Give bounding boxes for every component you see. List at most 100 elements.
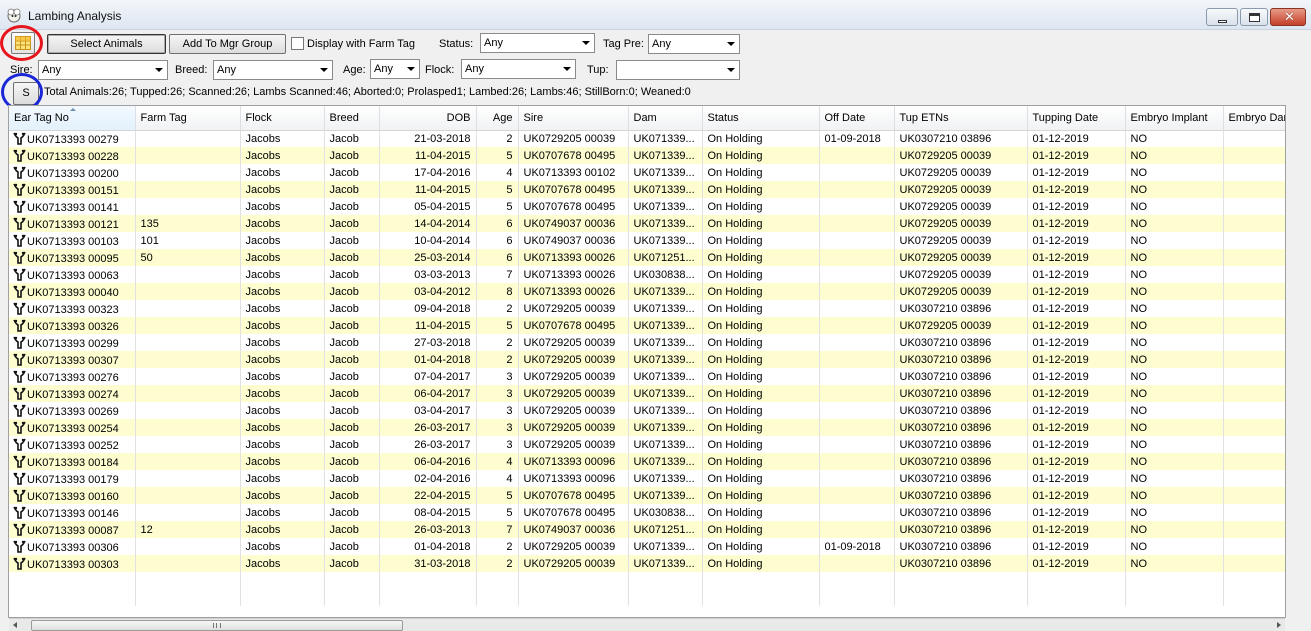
table-cell: UK0307210 03896 xyxy=(894,436,1028,453)
table-row[interactable]: UK0713393 00160 Jacobs Jacob 22-04-2015 5 UK0… xyxy=(9,487,1285,504)
select-animals-button[interactable]: Select Animals xyxy=(47,34,166,54)
table-cell: 01-12-2019 xyxy=(1027,521,1126,538)
table-cell: UK071339... xyxy=(628,164,703,181)
table-row[interactable]: UK0713393 00323 Jacobs Jacob 09-04-2018 2 UK0… xyxy=(9,300,1285,317)
table-row[interactable]: UK0713393 00303 Jacobs Jacob 31-03-2018 2 UK0… xyxy=(9,555,1285,572)
cell-text: Jacob xyxy=(329,557,359,570)
cell-text: On Holding xyxy=(707,370,763,383)
table-cell: 5 xyxy=(476,198,519,215)
table-row[interactable]: UK0713393 00087 12 Jacobs Jacob 26-03-2013 7 U… xyxy=(9,521,1285,538)
table-cell: Jacobs xyxy=(240,368,325,385)
table-cell: 01-12-2019 xyxy=(1027,181,1126,198)
cell-text: UK0729205 00039 xyxy=(899,183,992,196)
table-row[interactable]: UK0713393 00276 Jacobs Jacob 07-04-2017 3 UK0… xyxy=(9,368,1285,385)
scrollbar-thumb[interactable] xyxy=(31,620,403,631)
column-header-breed[interactable]: Breed xyxy=(324,106,380,131)
table-row[interactable]: UK0713393 00141 Jacobs Jacob 05-04-2015 5 UK0… xyxy=(9,198,1285,215)
column-header-dob[interactable]: DOB xyxy=(379,106,477,131)
table-row[interactable]: UK0713393 00274 Jacobs Jacob 06-04-2017 3 UK0… xyxy=(9,385,1285,402)
table-row[interactable]: UK0713393 00146 Jacobs Jacob 08-04-2015 5 UK0… xyxy=(9,504,1285,521)
cell-text: NO xyxy=(1130,438,1148,451)
table-cell: UK071339... xyxy=(628,385,703,402)
table-row[interactable]: UK0713393 00063 Jacobs Jacob 03-03-2013 7 UK0… xyxy=(9,266,1285,283)
cell-text: UK0713393 00146 xyxy=(27,507,119,520)
breed-select[interactable]: Any xyxy=(213,60,333,80)
table-row[interactable]: UK0713393 00306 Jacobs Jacob 01-04-2018 2 UK0… xyxy=(9,538,1285,555)
age-select[interactable]: Any xyxy=(370,59,420,79)
table-row[interactable]: UK0713393 00179 Jacobs Jacob 02-04-2016 4 UK0… xyxy=(9,470,1285,487)
column-header-dam[interactable]: Dam xyxy=(628,106,703,131)
table-cell: 6 xyxy=(476,232,519,249)
table-row[interactable]: UK0713393 00254 Jacobs Jacob 26-03-2017 3 UK0… xyxy=(9,419,1285,436)
table-cell: NO xyxy=(1125,300,1224,317)
minimize-button[interactable] xyxy=(1206,8,1238,26)
maximize-button[interactable] xyxy=(1240,8,1268,26)
cell-text: 01-12-2019 xyxy=(1032,472,1089,485)
table-cell: Jacob xyxy=(324,436,380,453)
sire-select[interactable]: Any xyxy=(38,60,168,80)
table-row[interactable]: UK0713393 00307 Jacobs Jacob 01-04-2018 2 UK0… xyxy=(9,351,1285,368)
cell-text: UK0729205 00039 xyxy=(523,132,616,145)
flock-select[interactable]: Any xyxy=(461,59,576,79)
cell-text: NO xyxy=(1130,183,1148,196)
table-row[interactable]: UK0713393 00200 Jacobs Jacob 17-04-2016 4 UK0… xyxy=(9,164,1285,181)
column-header-sire[interactable]: Sire xyxy=(518,106,629,131)
table-row[interactable]: UK0713393 00121 135 Jacobs Jacob 14-04-2014 6… xyxy=(9,215,1285,232)
table-cell xyxy=(1223,385,1285,402)
display-farm-tag-checkbox[interactable] xyxy=(291,37,304,50)
cell-text: UK0707678 00495 xyxy=(523,183,616,196)
table-cell: UK0713393 00151 xyxy=(9,181,136,198)
animals-grid[interactable]: Ear Tag No Farm Tag Flock Breed DOB Age … xyxy=(8,105,1286,618)
cell-text: UK0729205 00039 xyxy=(899,319,992,332)
table-cell: UK0713393 00323 xyxy=(9,300,136,317)
table-row[interactable]: UK0713393 00040 Jacobs Jacob 03-04-2012 8 UK0… xyxy=(9,283,1285,300)
table-cell: 3 xyxy=(476,419,519,436)
table-row[interactable]: UK0713393 00269 Jacobs Jacob 03-04-2017 3 UK0… xyxy=(9,402,1285,419)
column-header-farm-tag[interactable]: Farm Tag xyxy=(135,106,241,131)
sheep-tag-icon xyxy=(13,251,26,264)
horizontal-scrollbar[interactable] xyxy=(9,618,1285,631)
table-row[interactable]: UK0713393 00184 Jacobs Jacob 06-04-2016 4 UK0… xyxy=(9,453,1285,470)
column-header-age[interactable]: Age xyxy=(476,106,519,131)
table-row[interactable]: UK0713393 00103 101 Jacobs Jacob 10-04-2014 6… xyxy=(9,232,1285,249)
scroll-left-icon[interactable] xyxy=(13,622,17,628)
cell-text: 01-12-2019 xyxy=(1032,404,1089,417)
table-cell: UK0713393 00276 xyxy=(9,368,136,385)
table-row[interactable]: UK0713393 00326 Jacobs Jacob 11-04-2015 5 UK0… xyxy=(9,317,1285,334)
table-row[interactable]: UK0713393 00228 Jacobs Jacob 11-04-2015 5 UK0… xyxy=(9,147,1285,164)
empty-cell xyxy=(1027,589,1126,606)
tup-select[interactable] xyxy=(616,60,740,80)
table-cell xyxy=(819,555,895,572)
table-cell: Jacob xyxy=(324,232,380,249)
table-cell: UK0713393 00102 xyxy=(518,164,629,181)
table-cell: UK0729205 00039 xyxy=(518,436,629,453)
scroll-right-icon[interactable] xyxy=(1277,622,1281,628)
tag-pre-select[interactable]: Any xyxy=(648,34,740,54)
table-cell: NO xyxy=(1125,436,1224,453)
table-cell: UK030838... xyxy=(628,266,703,283)
column-header-tup-etns[interactable]: Tup ETNs xyxy=(894,106,1028,131)
cell-text: On Holding xyxy=(707,183,763,196)
table-cell: Jacob xyxy=(324,351,380,368)
add-to-mgr-group-button[interactable]: Add To Mgr Group xyxy=(169,34,286,54)
close-button[interactable]: ✕ xyxy=(1270,8,1306,26)
table-row[interactable]: UK0713393 00279 Jacobs Jacob 21-03-2018 2 UK0… xyxy=(9,130,1285,147)
column-header-flock[interactable]: Flock xyxy=(240,106,325,131)
table-cell xyxy=(819,402,895,419)
table-row[interactable]: UK0713393 00095 50 Jacobs Jacob 25-03-2014 6 U… xyxy=(9,249,1285,266)
cell-text: Jacob xyxy=(329,217,359,230)
column-header-embryo-implant[interactable]: Embryo Implant xyxy=(1125,106,1224,131)
table-row[interactable]: UK0713393 00252 Jacobs Jacob 26-03-2017 3 UK0… xyxy=(9,436,1285,453)
column-header-embryo-dar[interactable]: Embryo Dar xyxy=(1223,106,1285,131)
table-cell: 4 xyxy=(476,453,519,470)
table-cell: Jacobs xyxy=(240,402,325,419)
column-header-status[interactable]: Status xyxy=(702,106,820,131)
table-cell xyxy=(819,351,895,368)
table-row[interactable]: UK0713393 00151 Jacobs Jacob 11-04-2015 5 UK0… xyxy=(9,181,1285,198)
status-select[interactable]: Any xyxy=(480,33,595,53)
column-header-off-date[interactable]: Off Date xyxy=(819,106,895,131)
table-cell: Jacobs xyxy=(240,453,325,470)
table-row[interactable]: UK0713393 00299 Jacobs Jacob 27-03-2018 2 UK0… xyxy=(9,334,1285,351)
column-header-tupping-date[interactable]: Tupping Date xyxy=(1027,106,1126,131)
cell-text: Jacobs xyxy=(245,234,281,247)
